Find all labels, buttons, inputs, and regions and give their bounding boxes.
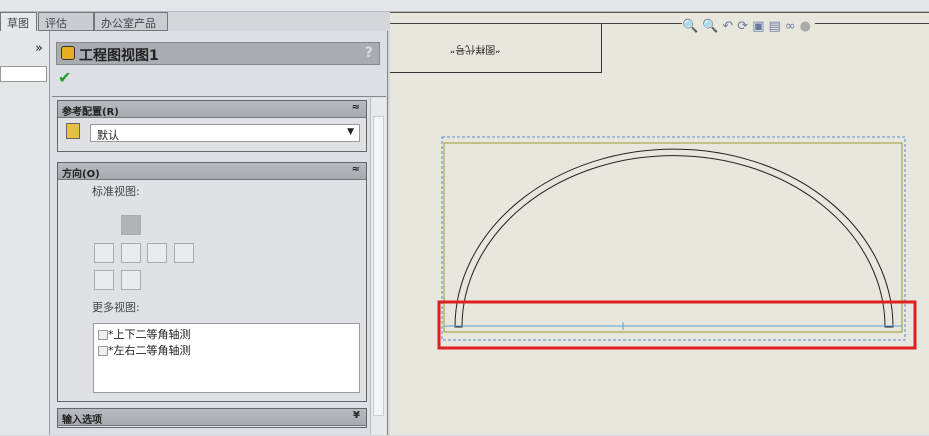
- ref-config-header[interactable]: 参考配置(R) ≈: [58, 101, 366, 118]
- more-views-list: *上下二等角轴测 *左右二等角轴测: [93, 323, 360, 393]
- view-frame: [443, 142, 903, 333]
- collapse-icon[interactable]: ≈: [352, 102, 360, 113]
- list-item[interactable]: *左右二等角轴测: [98, 342, 355, 358]
- pm-scrollbar[interactable]: [370, 98, 386, 435]
- ref-config-section: 参考配置(R) ≈ 默认 ▼: [57, 100, 367, 152]
- list-item[interactable]: *上下二等角轴测: [98, 326, 355, 342]
- pm-title-bar: 工程图视图1 ?: [56, 42, 380, 65]
- standard-views-label: 标准视图:: [92, 185, 140, 198]
- collapse-icon[interactable]: ≈: [352, 164, 360, 175]
- tab-sketch[interactable]: 草图: [0, 12, 37, 31]
- view-boundary: [441, 136, 906, 341]
- orientation-section: 方向(O) ≈ 标准视图: 更多视图: *上下二等角轴测 *左右二等角轴测: [57, 162, 367, 402]
- expand-button[interactable]: »: [35, 41, 43, 56]
- checkbox[interactable]: [98, 346, 108, 356]
- divider: [52, 96, 386, 97]
- import-options-header[interactable]: 输入选项 ¥: [58, 409, 366, 426]
- pm-title: 工程图视图1: [79, 48, 159, 64]
- configuration-icon: [66, 123, 80, 139]
- expand-icon[interactable]: ¥: [353, 410, 360, 421]
- view-front-icon[interactable]: [121, 215, 141, 235]
- top-toolbar: [0, 0, 929, 12]
- view-isometric-icon[interactable]: [94, 270, 114, 290]
- view-bottom-icon[interactable]: [174, 243, 194, 263]
- drawing-view: [437, 136, 917, 350]
- feature-tree-panel: »: [0, 31, 50, 435]
- view-top-icon[interactable]: [94, 243, 114, 263]
- ok-check-icon[interactable]: ✔: [58, 68, 71, 87]
- view-right-icon[interactable]: [121, 243, 141, 263]
- view-left-icon[interactable]: [147, 243, 167, 263]
- drawing-view-icon: [61, 46, 75, 60]
- more-views-label: 更多视图:: [92, 301, 140, 314]
- filter-input[interactable]: [0, 66, 47, 82]
- orientation-header[interactable]: 方向(O) ≈: [58, 163, 366, 180]
- config-select[interactable]: 默认 ▼: [90, 124, 360, 142]
- arch-part: [454, 148, 894, 328]
- highlight-box: [437, 300, 917, 350]
- view-back-icon[interactable]: [121, 270, 141, 290]
- help-button[interactable]: ?: [365, 45, 373, 61]
- chevron-down-icon: ▼: [347, 127, 354, 137]
- tab-evaluate[interactable]: 评估: [38, 12, 94, 31]
- drawing-canvas[interactable]: “图样代号” 🔍🔍↶⟳▣▤∞●: [390, 12, 929, 435]
- scrollbar-thumb[interactable]: [373, 116, 384, 416]
- import-options-section: 输入选项 ¥: [57, 408, 367, 428]
- checkbox[interactable]: [98, 330, 108, 340]
- tab-office-products[interactable]: 办公室产品: [94, 12, 168, 31]
